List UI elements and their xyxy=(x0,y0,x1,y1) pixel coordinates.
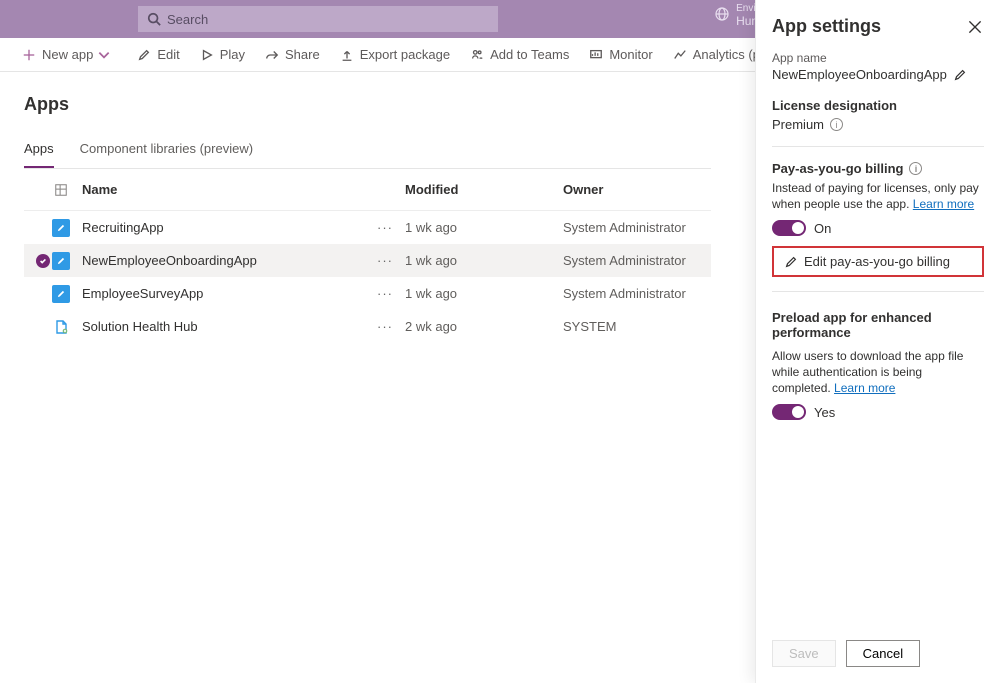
analytics-icon xyxy=(673,48,687,62)
modified-cell: 2 wk ago xyxy=(405,319,563,334)
app-name-cell: NewEmployeeOnboardingApp xyxy=(76,253,365,268)
app-name-cell: EmployeeSurveyApp xyxy=(76,286,365,301)
apps-list: RecruitingApp···1 wk agoSystem Administr… xyxy=(24,211,711,343)
share-icon xyxy=(265,48,279,62)
column-modified[interactable]: Modified xyxy=(405,182,563,197)
cancel-button[interactable]: Cancel xyxy=(846,640,920,667)
license-info-icon[interactable]: i xyxy=(830,118,843,131)
preload-toggle-label: Yes xyxy=(814,405,835,420)
owner-cell: System Administrator xyxy=(563,286,711,301)
search-icon xyxy=(147,12,161,26)
monitor-button[interactable]: Monitor xyxy=(579,38,662,72)
pencil-icon xyxy=(784,255,798,269)
owner-cell: System Administrator xyxy=(563,220,711,235)
tab-strip: Apps Component libraries (preview) xyxy=(24,133,711,169)
panel-title: App settings xyxy=(772,16,881,37)
table-row[interactable]: EmployeeSurveyApp ··· 1 wk agoSystem Admin… xyxy=(24,277,711,310)
plus-icon xyxy=(22,48,36,62)
preload-heading: Preload app for enhanced performance xyxy=(772,310,984,340)
column-name[interactable]: Name xyxy=(76,182,365,197)
owner-cell: SYSTEM xyxy=(563,319,711,334)
license-heading: License designation xyxy=(772,98,984,113)
paygo-heading: Pay-as-you-go billing xyxy=(772,161,903,176)
app-name-value: NewEmployeeOnboardingApp xyxy=(772,67,947,82)
row-more-button[interactable]: ··· xyxy=(377,286,393,301)
row-more-button[interactable]: ··· xyxy=(377,220,393,235)
search-input[interactable] xyxy=(167,12,489,27)
table-header: Name Modified Owner xyxy=(24,169,711,211)
preload-learn-more-link[interactable]: Learn more xyxy=(834,381,895,395)
play-icon xyxy=(200,48,214,62)
play-button[interactable]: Play xyxy=(190,38,255,72)
row-more-button[interactable]: ··· xyxy=(377,253,393,268)
modified-cell: 1 wk ago xyxy=(405,253,563,268)
canvas-app-icon xyxy=(52,219,70,237)
license-value: Premium xyxy=(772,117,824,132)
save-button: Save xyxy=(772,640,836,667)
share-button[interactable]: Share xyxy=(255,38,330,72)
edit-paygo-button[interactable]: Edit pay-as-you-go billing xyxy=(772,246,984,277)
edit-button[interactable]: Edit xyxy=(127,38,189,72)
paygo-toggle[interactable] xyxy=(772,220,806,236)
panel-footer: Save Cancel xyxy=(772,626,984,683)
modified-cell: 1 wk ago xyxy=(405,286,563,301)
app-settings-panel: App settings App name NewEmployeeOnboard… xyxy=(755,0,1000,683)
monitor-icon xyxy=(589,48,603,62)
app-name-cell: RecruitingApp xyxy=(76,220,365,235)
paygo-info-icon[interactable]: i xyxy=(909,162,922,175)
preload-toggle[interactable] xyxy=(772,404,806,420)
tab-apps[interactable]: Apps xyxy=(24,133,54,168)
pencil-icon xyxy=(137,48,151,62)
export-package-button[interactable]: Export package xyxy=(330,38,460,72)
table-row[interactable]: NewEmployeeOnboardingApp ··· 1 wk agoSyste… xyxy=(24,244,711,277)
app-name-cell: Solution Health Hub xyxy=(76,319,365,334)
model-app-icon xyxy=(52,318,70,336)
table-row[interactable]: Solution Health Hub ··· 2 wk agoSYSTEM xyxy=(24,310,711,343)
chevron-down-icon xyxy=(97,48,111,62)
export-icon xyxy=(340,48,354,62)
app-name-label: App name xyxy=(772,51,984,65)
page-title: Apps xyxy=(24,94,711,115)
table-row[interactable]: RecruitingApp ··· 1 wk agoSystem Administr… xyxy=(24,211,711,244)
paygo-learn-more-link[interactable]: Learn more xyxy=(913,197,974,211)
modified-cell: 1 wk ago xyxy=(405,220,563,235)
search-box[interactable] xyxy=(138,6,498,32)
main-content: Apps Apps Component libraries (preview) … xyxy=(0,72,735,683)
environment-icon xyxy=(714,6,730,25)
owner-cell: System Administrator xyxy=(563,253,711,268)
row-more-button[interactable]: ··· xyxy=(377,319,393,334)
edit-app-name-button[interactable] xyxy=(953,68,967,82)
column-options-icon[interactable] xyxy=(46,183,76,197)
paygo-toggle-label: On xyxy=(814,221,831,236)
canvas-app-icon xyxy=(52,252,70,270)
canvas-app-icon xyxy=(52,285,70,303)
new-app-button[interactable]: New app xyxy=(12,38,127,72)
close-icon xyxy=(966,18,984,36)
close-panel-button[interactable] xyxy=(966,18,984,36)
tab-component-libraries[interactable]: Component libraries (preview) xyxy=(80,133,253,168)
teams-icon xyxy=(470,48,484,62)
add-to-teams-button[interactable]: Add to Teams xyxy=(460,38,579,72)
column-owner[interactable]: Owner xyxy=(563,182,711,197)
